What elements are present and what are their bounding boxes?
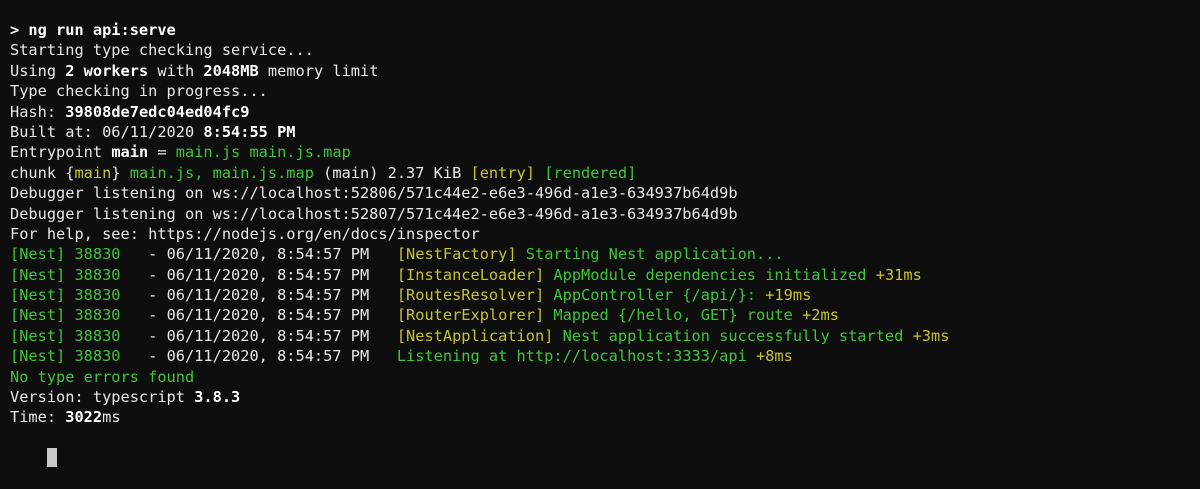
terminal-text-segment: [Nest] 38830 xyxy=(10,347,149,366)
terminal-text-segment: main.js, main.js.map xyxy=(129,163,314,182)
terminal-output: > ng run api:serve Starting type checking… xyxy=(10,20,1200,428)
terminal-text-segment: [entry] xyxy=(470,163,535,182)
terminal-text-segment: Type checking in progress... xyxy=(10,82,268,101)
terminal-line: [Nest] 38830 - 06/11/2020, 8:54:57 PM [N… xyxy=(10,326,1200,346)
terminal-text-segment: > ng run api:serve xyxy=(10,21,176,39)
terminal-text-segment: 3022 xyxy=(65,408,103,427)
terminal-text-segment: 8:54:55 PM xyxy=(203,122,296,141)
terminal-line: Hash: 39808de7edc04ed04fc9 xyxy=(10,102,1200,122)
terminal-line: Using 2 workers with 2048MB memory limit xyxy=(10,61,1200,81)
terminal-text-segment: main xyxy=(111,143,149,162)
terminal-text-segment: +8ms xyxy=(746,347,793,366)
terminal-text-segment: 3.8.3 xyxy=(194,388,241,407)
text-cursor xyxy=(46,448,57,468)
terminal-text-segment: No type errors found xyxy=(10,367,195,386)
terminal-text-segment: [NestFactory] xyxy=(396,245,517,264)
terminal-text-segment: 2 workers xyxy=(65,61,149,80)
terminal-line: > ng run api:serve xyxy=(10,20,1200,40)
terminal-text-segment: [Nest] 38830 xyxy=(10,245,149,264)
terminal-text-segment: For help, see: https://nodejs.org/en/doc… xyxy=(10,224,480,243)
terminal-text-segment: Listening at http://localhost:3333/api xyxy=(396,347,747,366)
terminal-text-segment: +2ms xyxy=(792,306,839,325)
terminal-text-segment: - 06/11/2020, 8:54:57 PM xyxy=(148,347,397,366)
terminal-text-segment: [Nest] 38830 xyxy=(10,326,149,345)
terminal-line: [Nest] 38830 - 06/11/2020, 8:54:57 PM [R… xyxy=(10,285,1200,305)
terminal-line: No type errors found xyxy=(10,367,1200,387)
terminal-text-segment: memory limit xyxy=(258,61,379,80)
terminal-line: [Nest] 38830 - 06/11/2020, 8:54:57 PM [N… xyxy=(10,244,1200,264)
terminal-text-segment: with xyxy=(148,61,204,80)
terminal-text-segment: Debugger listening on ws://localhost:528… xyxy=(10,204,738,223)
terminal-text-segment: (main) 2.37 KiB xyxy=(313,163,471,182)
terminal-text-segment: Mapped {/hello, GET} route xyxy=(544,306,793,325)
terminal-line: Starting type checking service... xyxy=(10,40,1200,60)
terminal-line: For help, see: https://nodejs.org/en/doc… xyxy=(10,224,1200,244)
terminal-text-segment: ms xyxy=(102,408,121,427)
terminal-text-segment: Using xyxy=(10,61,66,80)
terminal-line: Type checking in progress... xyxy=(10,81,1200,101)
terminal-text-segment: Entrypoint xyxy=(10,143,112,162)
terminal-text-segment: Debugger listening on ws://localhost:528… xyxy=(10,184,738,203)
terminal-text-segment: main.js main.js.map xyxy=(175,143,351,162)
terminal-text-segment: +3ms xyxy=(903,326,950,345)
terminal-text-segment: - 06/11/2020, 8:54:57 PM xyxy=(148,306,397,325)
terminal-line: Time: 3022ms xyxy=(10,407,1200,427)
terminal-text-segment: - 06/11/2020, 8:54:57 PM xyxy=(148,326,397,345)
terminal-text-segment: 2048MB xyxy=(203,61,259,80)
terminal-text-segment: - 06/11/2020, 8:54:57 PM xyxy=(148,245,397,264)
terminal-text-segment: [InstanceLoader] xyxy=(396,265,545,284)
terminal-line: Debugger listening on ws://localhost:528… xyxy=(10,204,1200,224)
terminal-text-segment: main xyxy=(74,163,112,182)
terminal-text-segment: [rendered] xyxy=(544,163,637,182)
terminal-text-segment: Starting Nest application... xyxy=(516,245,784,264)
terminal-text-segment: Nest application successfully started xyxy=(553,326,904,345)
terminal-text-segment: chunk { xyxy=(10,163,75,182)
terminal-text-segment: - 06/11/2020, 8:54:57 PM xyxy=(148,265,397,284)
terminal-window[interactable]: > ng run api:serve Starting type checking… xyxy=(0,0,1200,468)
terminal-text-segment: [RoutesResolver] xyxy=(396,286,545,305)
terminal-text-segment: +19ms xyxy=(756,286,812,305)
terminal-text-segment: [Nest] 38830 xyxy=(10,286,149,305)
terminal-line: [Nest] 38830 - 06/11/2020, 8:54:57 PM Li… xyxy=(10,346,1200,366)
terminal-text-segment: [RouterExplorer] xyxy=(396,306,545,325)
terminal-line: [Nest] 38830 - 06/11/2020, 8:54:57 PM [I… xyxy=(10,265,1200,285)
terminal-text-segment: AppModule dependencies initialized xyxy=(544,265,867,284)
terminal-text-segment: Built at: 06/11/2020 xyxy=(10,122,204,141)
terminal-text-segment: Starting type checking service... xyxy=(10,41,314,60)
terminal-text-segment: Version: typescript xyxy=(10,388,195,407)
terminal-text-segment: [Nest] 38830 xyxy=(10,265,149,284)
terminal-text-segment: Hash: xyxy=(10,102,66,121)
terminal-line: Debugger listening on ws://localhost:528… xyxy=(10,183,1200,203)
terminal-text-segment: - 06/11/2020, 8:54:57 PM xyxy=(148,286,397,305)
terminal-text-segment: [NestApplication] xyxy=(396,326,554,345)
terminal-line: [Nest] 38830 - 06/11/2020, 8:54:57 PM [R… xyxy=(10,305,1200,325)
terminal-text-segment: } xyxy=(111,163,130,182)
terminal-text-segment: 39808de7edc04ed04fc9 xyxy=(65,102,250,121)
terminal-text-segment: [Nest] 38830 xyxy=(10,306,149,325)
terminal-text-segment: Time: xyxy=(10,408,66,427)
terminal-text-segment: +31ms xyxy=(866,265,922,284)
terminal-line: Entrypoint main = main.js main.js.map xyxy=(10,142,1200,162)
terminal-text-segment: = xyxy=(148,143,176,162)
terminal-line: chunk {main} main.js, main.js.map (main)… xyxy=(10,163,1200,183)
terminal-text-segment: AppController {/api/}: xyxy=(544,286,757,305)
terminal-line: Built at: 06/11/2020 8:54:55 PM xyxy=(10,122,1200,142)
terminal-line: Version: typescript 3.8.3 xyxy=(10,387,1200,407)
terminal-prompt-line[interactable] xyxy=(10,428,1200,468)
